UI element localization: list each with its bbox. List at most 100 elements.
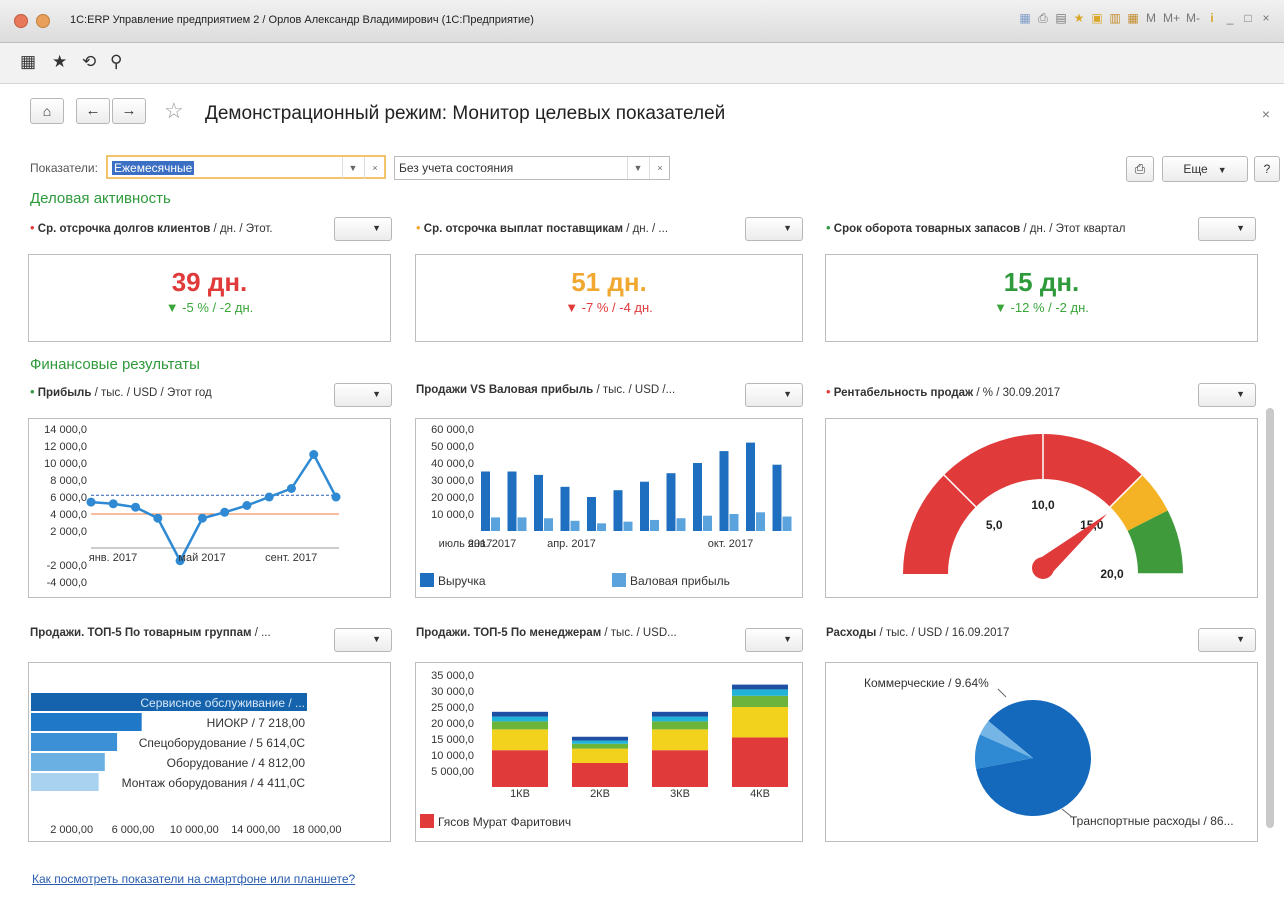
bar-revenue (693, 463, 702, 531)
y-tick-label: 35 000,0 (431, 670, 474, 682)
y-tick-label: 50 000,0 (431, 441, 474, 453)
help-button[interactable]: ? (1254, 156, 1280, 182)
chevron-down-icon: ▼ (1217, 165, 1227, 175)
mobile-help-link[interactable]: Как посмотреть показатели на смартфоне и… (32, 872, 355, 886)
x-tick-label: 3КВ (670, 788, 690, 800)
favorite-star-icon[interactable]: ☆ (164, 98, 184, 124)
search-icon[interactable]: ⚲ (110, 52, 122, 72)
top5-managers-stacked-chart: 35 000,0 30 000,0 25 000,0 20 000,0 15 000,0… (420, 670, 788, 829)
sales-vs-options-button[interactable]: ▼ (745, 383, 803, 407)
sales-vs-title: Продажи VS Валовая прибыль / тыс. / USD … (416, 384, 676, 396)
back-button[interactable]: ← (76, 98, 110, 124)
margin-gauge-box: 5,010,015,020,0 (825, 418, 1258, 598)
bar-gross-profit (729, 514, 739, 531)
memory-minus-button[interactable]: M- (1186, 11, 1200, 26)
y-tick-label: 4 000,0 (50, 509, 87, 521)
margin-title: • Рентабельность продаж / % / 30.09.2017 (826, 384, 1061, 399)
print-button[interactable]: ⎙ (1126, 156, 1154, 182)
maximize-button[interactable]: □ (1242, 11, 1254, 26)
legend-label: Гясов Мурат Фаритович (438, 815, 571, 829)
bookmark-icon[interactable]: ▣ (1091, 11, 1103, 26)
bar-revenue (560, 486, 570, 531)
x-tick-label: 14 000,00 (231, 824, 280, 836)
indicators-label: Показатели: (30, 161, 98, 175)
chevron-down-icon[interactable]: ▼ (342, 157, 363, 179)
y-tick-label: 20 000,0 (431, 718, 474, 730)
forward-button[interactable]: → (112, 98, 146, 124)
y-tick-label: 30 000,0 (431, 686, 474, 698)
window-title: 1С:ERP Управление предприятием 2 / Орлов… (70, 14, 534, 26)
bar-gross-profit (676, 518, 686, 531)
y-tick-label: 14 000,0 (44, 424, 87, 436)
page-title: Демонстрационный режим: Монитор целевых … (205, 103, 726, 124)
more-button[interactable]: Еще ▼ (1162, 156, 1248, 182)
y-tick-label: 30 000,0 (431, 475, 474, 487)
app-menu-icon[interactable] (14, 14, 28, 28)
margin-options-button[interactable]: ▼ (1198, 383, 1256, 407)
profit-point (331, 492, 341, 502)
top5-groups-options-button[interactable]: ▼ (334, 628, 392, 652)
clear-icon[interactable]: × (649, 157, 670, 179)
top5-managers-options-button[interactable]: ▼ (745, 628, 803, 652)
y-tick-label: -2 000,0 (47, 560, 87, 572)
close-form-button[interactable]: × (1262, 106, 1270, 122)
profit-options-button[interactable]: ▼ (334, 383, 392, 407)
top5-managers-title: Продажи. ТОП-5 По менеджерам / тыс. / US… (416, 627, 677, 639)
clear-icon[interactable]: × (364, 157, 385, 179)
period-select[interactable]: Ежемесячные ▼ × (106, 155, 386, 179)
history-icon[interactable]: ⟲ (82, 52, 96, 72)
kpi-1-title: • Ср. отсрочка долгов клиентов / дн. / Э… (30, 220, 273, 235)
memory-plus-button[interactable]: M+ (1163, 11, 1180, 26)
sections-grid-icon[interactable]: ▦ (20, 52, 36, 72)
kpi-3-options-button[interactable]: ▼ (1198, 217, 1256, 241)
home-button[interactable]: ⌂ (30, 98, 64, 124)
section-business-activity: Деловая активность (30, 190, 171, 207)
kpi-2-title: • Ср. отсрочка выплат поставщикам / дн. … (416, 220, 669, 235)
calendar-icon[interactable]: ▦ (1127, 11, 1139, 26)
sales-vs-chart-box: 60 000,0 50 000,0 40 000,0 30 000,0 20 000,0… (415, 418, 803, 598)
state-select[interactable]: Без учета состояния ▼ × (394, 156, 670, 180)
home-icon: ⌂ (42, 103, 52, 119)
memory-m-button[interactable]: M (1145, 11, 1157, 26)
gauge-needle (1036, 513, 1108, 576)
stacked-segment (572, 740, 628, 744)
expenses-title: Расходы / тыс. / USD / 16.09.2017 (826, 627, 1010, 639)
save-icon[interactable]: ▦ (1019, 11, 1031, 26)
window-menu-icon[interactable] (36, 14, 50, 28)
bar-revenue (507, 471, 517, 531)
stacked-segment (572, 743, 628, 749)
close-window-button[interactable]: × (1260, 11, 1272, 26)
state-value: Без учета состояния (399, 161, 514, 175)
kpi-2-value: 51 дн. (571, 267, 647, 297)
chevron-down-icon: ▼ (783, 389, 792, 399)
profit-point (153, 513, 163, 523)
profit-point (108, 499, 118, 509)
stacked-segment (492, 716, 548, 722)
vertical-scrollbar[interactable] (1266, 408, 1274, 828)
profit-point (242, 501, 252, 510)
kpi-2-options-button[interactable]: ▼ (745, 217, 803, 241)
preview-icon[interactable]: ▤ (1055, 11, 1067, 26)
expenses-options-button[interactable]: ▼ (1198, 628, 1256, 652)
stacked-segment (492, 711, 548, 717)
calc-icon[interactable]: ▥ (1109, 11, 1121, 26)
bar-revenue (666, 473, 676, 531)
kpi-1-card: 39 дн. ▼ -5 % / -2 дн. (28, 254, 391, 342)
stacked-segment (732, 707, 788, 738)
group-bar-label: Сервисное обслуживание / ... (140, 696, 305, 710)
x-tick-label: 2КВ (590, 788, 610, 800)
favorites-icon[interactable]: ★ (1073, 11, 1085, 26)
minimize-button[interactable]: _ (1224, 11, 1236, 26)
info-icon[interactable]: i (1206, 11, 1218, 26)
status-dot: • (826, 384, 831, 399)
kpi-1-options-button[interactable]: ▼ (334, 217, 392, 241)
stacked-segment (732, 689, 788, 696)
chevron-down-icon[interactable]: ▼ (627, 157, 648, 179)
bar-gross-profit (623, 521, 633, 531)
kpi-3-title: • Срок оборота товарных запасов / дн. / … (826, 220, 1126, 235)
favorites-star-icon[interactable]: ★ (52, 52, 67, 72)
profit-title: • Прибыль / тыс. / USD / Этот год (30, 384, 212, 399)
expenses-chart-box: Коммерческие / 9.64% Транспортные расходы… (825, 662, 1258, 842)
print-icon[interactable]: ⎙ (1037, 11, 1049, 26)
chevron-down-icon: ▼ (783, 223, 792, 233)
